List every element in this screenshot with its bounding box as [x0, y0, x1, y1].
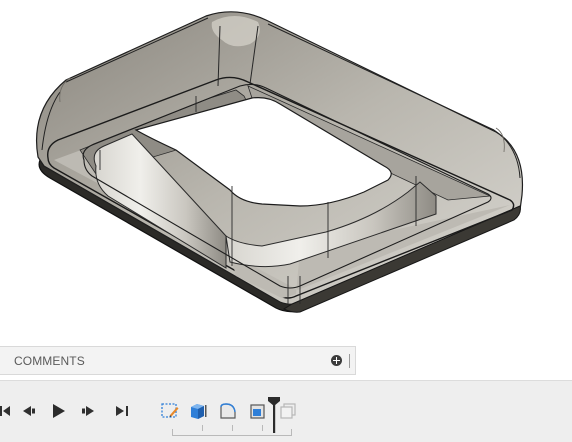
timeline-bar: [0, 380, 572, 442]
canvas-viewport[interactable]: [0, 0, 572, 345]
panel-divider[interactable]: [349, 354, 350, 368]
shell-icon[interactable]: [248, 401, 268, 421]
timeline-tick: [262, 425, 263, 431]
comments-label: COMMENTS: [14, 354, 85, 368]
ghost-body-icon[interactable]: [278, 401, 298, 421]
plus-circle-icon[interactable]: [331, 355, 342, 366]
extrude-icon[interactable]: [188, 401, 208, 421]
step-back-icon[interactable]: [20, 403, 36, 419]
comments-panel: COMMENTS: [0, 346, 356, 375]
timeline-marker-handle[interactable]: [267, 397, 281, 435]
3d-model[interactable]: [0, 0, 572, 345]
timeline-tick: [232, 425, 233, 431]
play-icon[interactable]: [50, 403, 66, 419]
timeline-features: [156, 397, 306, 439]
skip-start-icon[interactable]: [0, 403, 10, 419]
sketch-icon[interactable]: [160, 401, 180, 421]
timeline-tick: [202, 425, 203, 431]
fillet-icon[interactable]: [218, 401, 238, 421]
skip-end-icon[interactable]: [114, 403, 132, 419]
step-forward-icon[interactable]: [80, 403, 98, 419]
